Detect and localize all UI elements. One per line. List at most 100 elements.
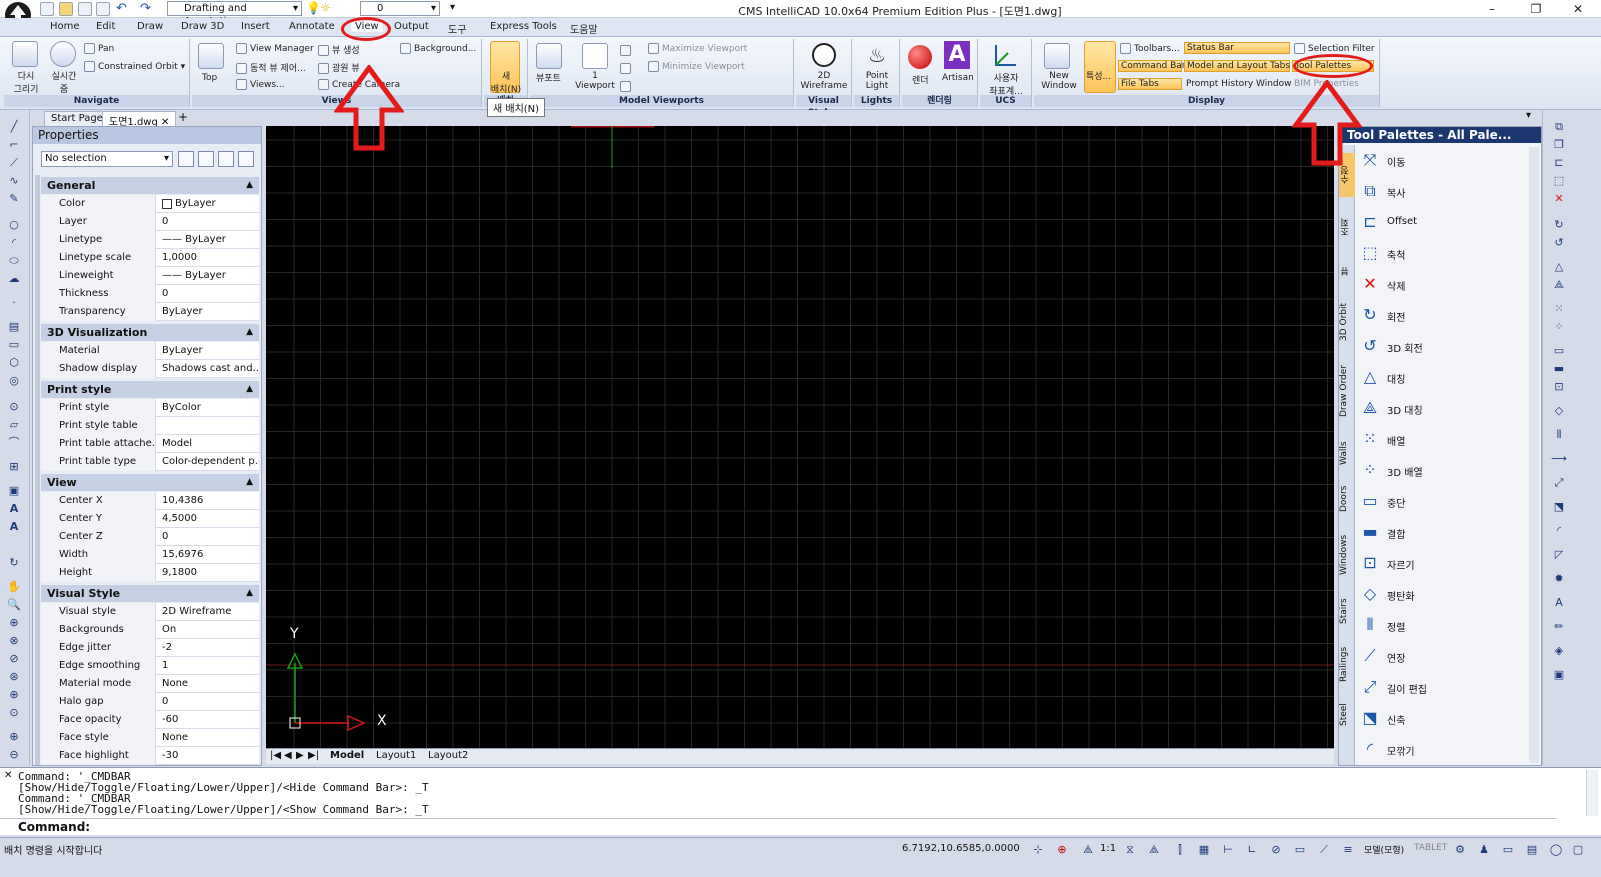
property-row[interactable]: Halo gap 0 [41, 693, 259, 711]
property-value[interactable]: 10,4386 [159, 492, 259, 510]
pan-hand-icon[interactable]: ✋ [6, 580, 22, 594]
viewport-split-icon[interactable] [620, 45, 631, 56]
trim-tool-icon[interactable]: ⊡ [1551, 380, 1567, 394]
property-row[interactable]: Print style table [41, 417, 259, 435]
dynamic-input-icon[interactable]: ⟋ [1316, 842, 1332, 858]
grid-icon[interactable]: ▦ [1196, 842, 1212, 858]
layer-select[interactable]: 0 ▾ [360, 1, 440, 16]
property-value[interactable]: -60 [159, 711, 259, 729]
zoom-center-icon[interactable]: ⊙ [6, 706, 22, 720]
command-bar-button[interactable]: Command Bar [1118, 60, 1186, 72]
hatch-icon[interactable]: ▤ [6, 320, 22, 334]
minimize-button[interactable]: – [1470, 0, 1514, 18]
lightbulb-icon[interactable]: 💡 [306, 1, 321, 15]
property-row[interactable]: Visual style 2D Wireframe [41, 603, 259, 621]
lineweight-icon[interactable]: ▭ [1292, 842, 1308, 858]
ucs-icon[interactable] [992, 41, 1020, 69]
block-edit-tool-icon[interactable]: ▣ [1551, 668, 1567, 682]
workspace-select[interactable]: Drafting and Annotation ▾ [167, 1, 302, 27]
collapse-icon[interactable]: ▲ [246, 381, 253, 398]
view-manager-button[interactable]: View Manager [236, 43, 314, 54]
command-scrollbar[interactable] [1586, 770, 1598, 816]
properties-button[interactable]: 특성... [1086, 69, 1111, 82]
modify-tool-1-icon[interactable]: ⧉ [1551, 120, 1567, 134]
last-tab-icon[interactable]: ▶| [308, 750, 319, 761]
property-value[interactable]: 15,6976 [159, 546, 259, 564]
top-view-icon[interactable] [198, 43, 224, 69]
zoom-in-icon[interactable]: ⊕ [6, 688, 22, 702]
group-general[interactable]: General ▲ [41, 177, 259, 194]
palette-scrollbar[interactable] [1529, 147, 1539, 763]
array-tool-icon[interactable]: ⁙ [1551, 302, 1567, 316]
palette-item-copy[interactable]: ⧉ 복사 [1357, 178, 1527, 206]
dynamic-dim-icon[interactable]: ⫿ [1172, 842, 1188, 858]
property-row[interactable]: Thickness 0 [41, 285, 259, 303]
block-icon[interactable]: ▣ [6, 484, 22, 498]
viewport-grid-icon[interactable] [536, 43, 562, 69]
mtext-icon[interactable]: A [6, 520, 22, 534]
palette-item-mirror-3d[interactable]: ⟁ 3D 대칭 [1357, 395, 1527, 423]
monitor-icon[interactable]: ▭ [1500, 842, 1516, 858]
ray-icon[interactable]: ⟋ [6, 156, 22, 170]
property-row[interactable]: Width 15,6976 [41, 546, 259, 564]
join-tool-icon[interactable]: ▬ [1551, 362, 1567, 376]
fillet-right-icon[interactable]: ◜ [1551, 524, 1567, 538]
property-row[interactable]: Print table attache... Model [41, 435, 259, 453]
freehand-icon[interactable]: ✎ [6, 192, 22, 206]
wipeout-icon[interactable]: ▱ [6, 418, 22, 432]
property-value[interactable] [159, 417, 259, 435]
property-row[interactable]: Face highlight -30 [41, 747, 259, 765]
auto-scale-icon[interactable]: ⟁ [1146, 842, 1162, 858]
palette-item-join[interactable]: ▬ 결합 [1357, 519, 1527, 547]
property-row[interactable]: Edge smoothing 1 [41, 657, 259, 675]
explode-tool-icon[interactable]: ✹ [1551, 572, 1567, 586]
palette-item-array-3d[interactable]: ⁘ 3D 배열 [1357, 457, 1527, 485]
zoom-all-icon[interactable]: ⊛ [6, 670, 22, 684]
palette-item-move[interactable]: ⤧ 이동 [1357, 147, 1527, 175]
tab-model[interactable]: Model [330, 750, 364, 761]
palette-item-lengthen[interactable]: ⤢ 길이 편집 [1357, 674, 1527, 702]
add-tab-icon[interactable]: + [178, 110, 188, 124]
palette-item-scale[interactable]: ⬚ 축척 [1357, 240, 1527, 268]
create-view-button[interactable]: 뷰 생성 [318, 43, 360, 56]
rectangle-icon[interactable]: ▭ [6, 338, 22, 352]
artisan-button[interactable]: Artisan [942, 73, 974, 83]
tabs-menu-icon[interactable]: ▾ [1526, 110, 1531, 121]
collapse-icon[interactable]: ▲ [246, 324, 253, 341]
group-visual-style[interactable]: Visual Style ▲ [41, 585, 259, 602]
palette-tab-9[interactable]: Railings [1339, 639, 1355, 689]
zoom-previous-icon[interactable]: ⊘ [6, 652, 22, 666]
tab-annotate[interactable]: Annotate [289, 21, 335, 32]
clean-screen-icon[interactable]: ◯ [1548, 842, 1564, 858]
property-row[interactable]: Transparency ByLayer [41, 303, 259, 321]
annotation-visibility-icon[interactable]: ⧖ [1122, 842, 1138, 858]
property-row[interactable]: Center X 10,4386 [41, 492, 259, 510]
prev-tab-icon[interactable]: ◀ [284, 750, 292, 761]
property-value[interactable]: —— ByLayer [159, 231, 259, 249]
collapse-icon[interactable]: ▲ [246, 177, 253, 194]
property-value[interactable]: None [159, 675, 259, 693]
model-layout-tabs-button[interactable]: Model and Layout Tabs [1184, 60, 1290, 72]
tab-help[interactable]: 도움말 [570, 21, 598, 36]
render-icon[interactable] [908, 45, 932, 69]
array3d-tool-icon[interactable]: ⁘ [1551, 320, 1567, 334]
user-coords-button[interactable]: 사용자 좌표계... [982, 71, 1030, 97]
property-value[interactable]: Model [159, 435, 259, 453]
align-tool-icon[interactable]: ⫴ [1551, 428, 1567, 442]
palette-tab-3[interactable]: 3D Orbit [1339, 295, 1355, 349]
realtime-zoom-button[interactable]: 실시간 줌 [46, 69, 82, 95]
redraw-button[interactable]: 다시 그리기 [10, 69, 42, 95]
point-light-button[interactable]: Point Light [856, 71, 898, 91]
tab-insert[interactable]: Insert [241, 21, 270, 32]
one-viewport-button[interactable]: 1 Viewport [574, 71, 616, 91]
toolbars-button[interactable]: Toolbars... [1120, 43, 1180, 54]
palette-tab-8[interactable]: Stairs [1339, 591, 1355, 631]
open-file-icon[interactable] [59, 2, 73, 16]
maximize-viewport-button[interactable]: Maximize Viewport [648, 43, 747, 54]
artisan-icon[interactable]: A [944, 41, 970, 69]
property-value[interactable]: 9,1800 [159, 564, 259, 582]
property-row[interactable]: Print style ByColor [41, 399, 259, 417]
table-icon[interactable]: ⊞ [6, 460, 22, 474]
tab-draw-3d[interactable]: Draw 3D [181, 21, 224, 32]
property-value[interactable]: 0 [159, 285, 259, 303]
